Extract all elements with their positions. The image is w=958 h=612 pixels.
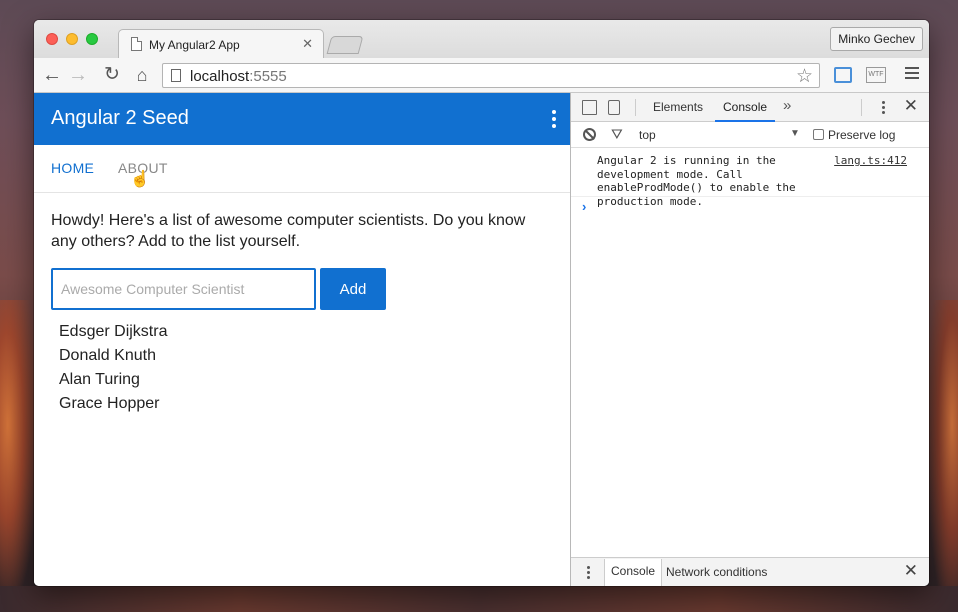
window-close-button[interactable] <box>46 33 58 45</box>
app-viewport: Angular 2 Seed HOME ABOUT ☝ Howdy! Here'… <box>34 93 570 586</box>
list-item: Donald Knuth <box>59 347 156 364</box>
console-filter-bar: ⛛ top ▼ Preserve log <box>571 122 929 148</box>
page-icon <box>131 37 142 51</box>
scientist-list: Edsger Dijkstra Donald Knuth Alan Turing… <box>59 320 167 416</box>
chevron-down-icon[interactable]: ▼ <box>790 128 800 139</box>
divider <box>861 99 862 116</box>
scientist-name-input[interactable] <box>51 268 316 310</box>
devtools-drawer-bar: Console Network conditions ✕ <box>571 557 929 586</box>
bookmark-star-icon[interactable]: ☆ <box>796 65 813 88</box>
drawer-tab-network-conditions[interactable]: Network conditions <box>666 565 767 579</box>
browser-toolbar: ← → ↻ ⌂ localhost:5555 ☆ WTF <box>34 58 929 93</box>
browser-menu-icon[interactable] <box>905 67 919 82</box>
context-selector[interactable]: top <box>639 128 656 142</box>
console-message-text: Angular 2 is running in the development … <box>597 154 796 208</box>
tab-console[interactable]: Console <box>723 100 767 114</box>
hand-cursor-icon: ☝ <box>130 171 150 188</box>
preserve-log-label: Preserve log <box>828 128 896 142</box>
list-item: Alan Turing <box>59 371 140 388</box>
app-title: Angular 2 Seed <box>51 107 189 129</box>
more-vert-icon[interactable] <box>552 110 556 131</box>
close-tab-icon[interactable]: ✕ <box>302 36 313 52</box>
device-toolbar-icon[interactable] <box>608 100 620 115</box>
background-bottom <box>0 586 958 612</box>
reload-icon[interactable]: ↻ <box>100 63 124 87</box>
devtools-menu-icon[interactable] <box>882 101 885 116</box>
nav-link-home[interactable]: HOME <box>51 160 94 176</box>
more-tabs-icon[interactable]: » <box>783 97 791 114</box>
cast-extension-icon[interactable] <box>834 67 852 83</box>
divider <box>635 99 636 116</box>
checkbox-icon[interactable] <box>813 129 824 140</box>
add-button[interactable]: Add <box>320 268 386 310</box>
page-info-icon[interactable] <box>171 69 181 82</box>
tab-title: My Angular2 App <box>149 38 240 52</box>
drawer-tab-console[interactable]: Console <box>604 559 663 586</box>
close-devtools-icon[interactable]: ✕ <box>904 96 918 116</box>
profile-button[interactable]: Minko Gechev <box>830 27 923 51</box>
new-tab-button[interactable] <box>326 36 364 54</box>
tab-strip: My Angular2 App ✕ Minko Gechev <box>34 20 929 59</box>
console-prompt-icon[interactable]: › <box>582 199 586 214</box>
app-nav: HOME ABOUT <box>34 145 570 193</box>
list-item: Grace Hopper <box>59 395 160 412</box>
url-text[interactable]: localhost:5555 <box>190 68 287 85</box>
browser-tab[interactable]: My Angular2 App ✕ <box>118 29 324 59</box>
close-drawer-icon[interactable]: ✕ <box>904 561 918 581</box>
devtools-panel: Elements Console » ✕ ⛛ top ▼ Preserve lo… <box>570 93 929 586</box>
drawer-menu-icon[interactable] <box>587 566 590 581</box>
address-bar[interactable]: localhost:5555 ☆ <box>162 63 820 88</box>
list-item: Edsger Dijkstra <box>59 323 168 340</box>
background-glow-right <box>928 300 958 612</box>
url-host: localhost <box>190 68 250 85</box>
forward-arrow-icon[interactable]: → <box>66 63 90 87</box>
back-arrow-icon[interactable]: ← <box>40 63 64 87</box>
home-icon[interactable]: ⌂ <box>130 63 154 87</box>
browser-window: My Angular2 App ✕ Minko Gechev ← → ↻ ⌂ l… <box>34 20 929 586</box>
preserve-log-checkbox[interactable]: Preserve log <box>813 128 895 142</box>
console-message: Angular 2 is running in the development … <box>571 148 929 208</box>
tab-elements[interactable]: Elements <box>653 100 703 114</box>
window-minimize-button[interactable] <box>66 33 78 45</box>
filter-icon[interactable]: ⛛ <box>611 126 623 143</box>
clear-console-icon[interactable] <box>583 128 596 141</box>
intro-text: Howdy! Here's a list of awesome computer… <box>51 212 526 250</box>
console-message-source-link[interactable]: lang.ts:412 <box>834 154 907 167</box>
app-toolbar: Angular 2 Seed <box>34 93 570 145</box>
wtf-extension-icon[interactable]: WTF <box>866 67 886 83</box>
devtools-tab-bar: Elements Console » ✕ <box>571 93 929 122</box>
inspect-element-icon[interactable] <box>582 100 597 115</box>
window-maximize-button[interactable] <box>86 33 98 45</box>
url-port: :5555 <box>249 68 287 85</box>
